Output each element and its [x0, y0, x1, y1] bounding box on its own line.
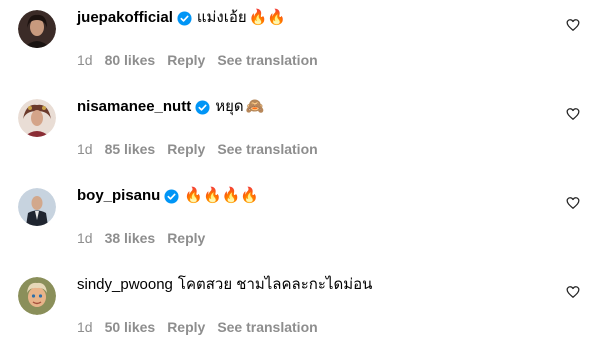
comment-item: juepakofficial แม่งเอ้ย 🔥🔥 1d 80 likes R… — [0, 0, 592, 89]
see-translation-button[interactable]: See translation — [217, 140, 317, 158]
likes-count[interactable]: 85 likes — [105, 140, 156, 158]
username-link[interactable]: juepakofficial — [77, 8, 173, 28]
comment-item: nisamanee_nutt หยุด 🙈 1d 85 likes Reply … — [0, 89, 592, 178]
reply-button[interactable]: Reply — [167, 229, 205, 247]
avatar[interactable] — [18, 99, 56, 137]
see-translation-button[interactable]: See translation — [217, 51, 317, 69]
likes-count[interactable]: 38 likes — [105, 229, 156, 247]
likes-count[interactable]: 80 likes — [105, 51, 156, 69]
comment-text: หยุด — [215, 98, 244, 115]
reply-button[interactable]: Reply — [167, 51, 205, 69]
comment-time[interactable]: 1d — [77, 318, 93, 336]
likes-count[interactable]: 50 likes — [105, 318, 156, 336]
avatar[interactable] — [18, 188, 56, 226]
reply-button[interactable]: Reply — [167, 140, 205, 158]
comment-text: โคตสวย ชามไลคละกะไดม่อน — [177, 276, 373, 293]
comment-time[interactable]: 1d — [77, 51, 93, 69]
comment-time[interactable]: 1d — [77, 140, 93, 158]
username-link[interactable]: nisamanee_nutt — [77, 97, 191, 117]
reply-button[interactable]: Reply — [167, 318, 205, 336]
heart-outline-icon[interactable] — [566, 107, 580, 121]
username-link[interactable]: boy_pisanu — [77, 186, 160, 206]
heart-outline-icon[interactable] — [566, 18, 580, 32]
heart-outline-icon[interactable] — [566, 196, 580, 210]
comment-emoji: 🔥🔥 — [248, 9, 287, 26]
username-link[interactable]: sindy_pwoong — [77, 275, 173, 295]
verified-badge-icon — [177, 10, 192, 26]
verified-badge-icon — [164, 188, 179, 204]
verified-badge-icon — [195, 99, 210, 115]
comment-text: แม่งเอ้ย — [196, 9, 247, 26]
comment-item: sindy_pwoong โคตสวย ชามไลคละกะไดม่อน 1d … — [0, 267, 592, 356]
comment-time[interactable]: 1d — [77, 229, 93, 247]
see-translation-button[interactable]: See translation — [217, 318, 317, 336]
comment-emoji: 🙈 — [245, 98, 265, 115]
heart-outline-icon[interactable] — [566, 285, 580, 299]
avatar[interactable] — [18, 10, 56, 48]
comment-emoji: 🔥🔥🔥🔥 — [184, 187, 260, 204]
comment-item: boy_pisanu 🔥🔥🔥🔥 1d 38 likes Reply — [0, 178, 592, 267]
avatar[interactable] — [18, 277, 56, 315]
